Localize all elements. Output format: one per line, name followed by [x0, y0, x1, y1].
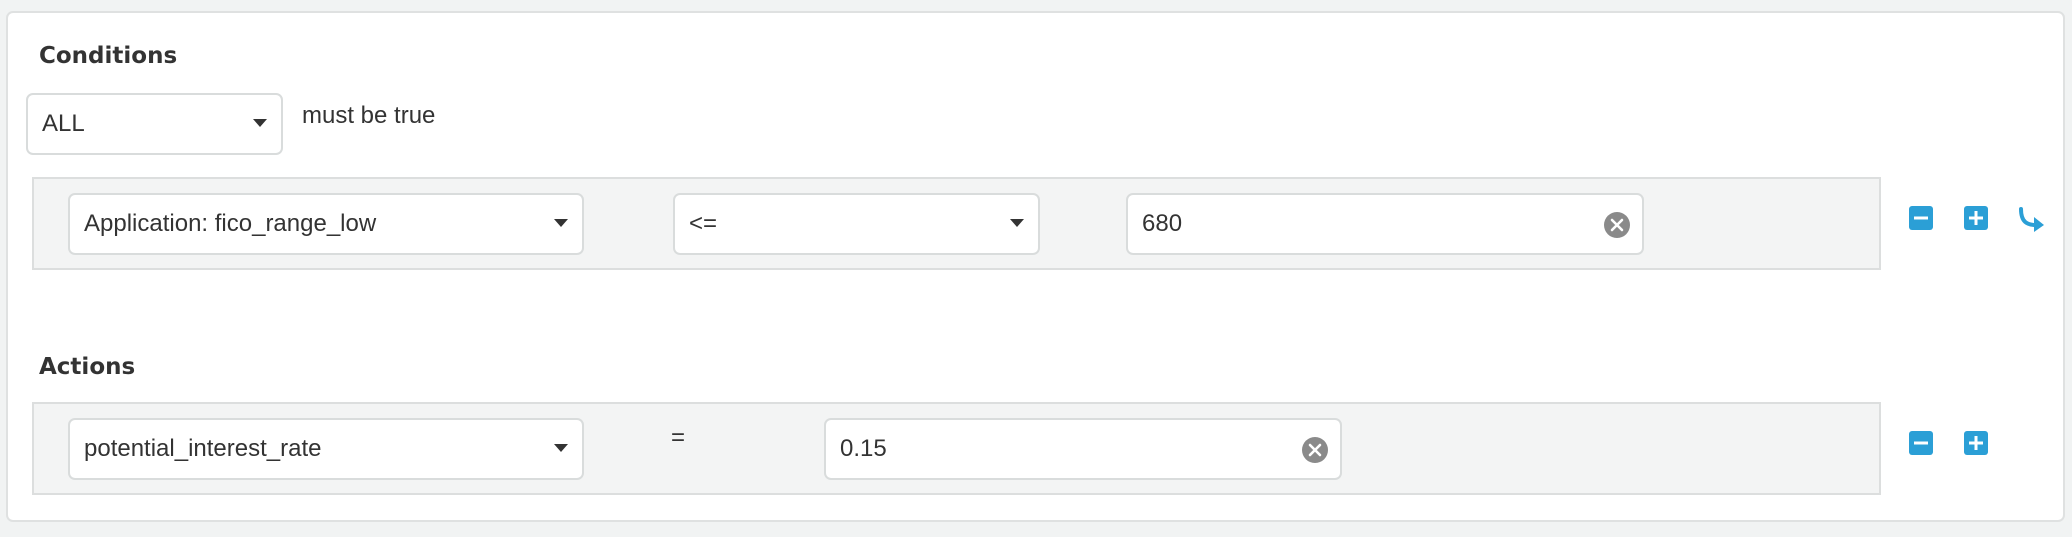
condition-operator-select[interactable]: <= — [673, 193, 1040, 255]
action-operator: = — [671, 424, 686, 451]
plus-square-icon — [1969, 211, 1983, 225]
condition-row: Application: fico_range_low <= 680 — [32, 177, 1881, 270]
clear-circle-icon[interactable] — [1604, 212, 1630, 238]
rule-editor-panel: Conditions ALL must be true Application:… — [6, 11, 2065, 522]
condition-value-input[interactable]: 680 — [1126, 193, 1644, 255]
caret-down-icon — [253, 119, 267, 127]
minus-square-icon — [1914, 441, 1928, 445]
share-arrow-icon[interactable] — [2018, 206, 2046, 232]
match-mode-suffix: must be true — [302, 102, 436, 129]
action-field-value: potential_interest_rate — [84, 435, 322, 462]
minus-square-icon — [1914, 216, 1928, 220]
action-row: potential_interest_rate = 0.15 — [32, 402, 1881, 495]
caret-down-icon — [554, 444, 568, 452]
condition-value-text: 680 — [1142, 210, 1183, 237]
add-action-button[interactable] — [1964, 431, 1988, 455]
add-condition-button[interactable] — [1964, 206, 1988, 230]
caret-down-icon — [554, 219, 568, 227]
match-mode-value: ALL — [42, 110, 85, 137]
action-value-input[interactable]: 0.15 — [824, 418, 1342, 480]
action-field-select[interactable]: potential_interest_rate — [68, 418, 584, 480]
condition-operator-value: <= — [689, 210, 718, 237]
conditions-title: Conditions — [39, 43, 178, 69]
remove-condition-button[interactable] — [1909, 206, 1933, 230]
match-mode-select[interactable]: ALL — [26, 93, 283, 155]
actions-title: Actions — [39, 354, 136, 380]
condition-field-value: Application: fico_range_low — [84, 210, 377, 237]
action-value-text: 0.15 — [840, 435, 887, 462]
plus-square-icon — [1969, 436, 1983, 450]
remove-action-button[interactable] — [1909, 431, 1933, 455]
caret-down-icon — [1010, 219, 1024, 227]
clear-circle-icon[interactable] — [1302, 437, 1328, 463]
condition-field-select[interactable]: Application: fico_range_low — [68, 193, 584, 255]
